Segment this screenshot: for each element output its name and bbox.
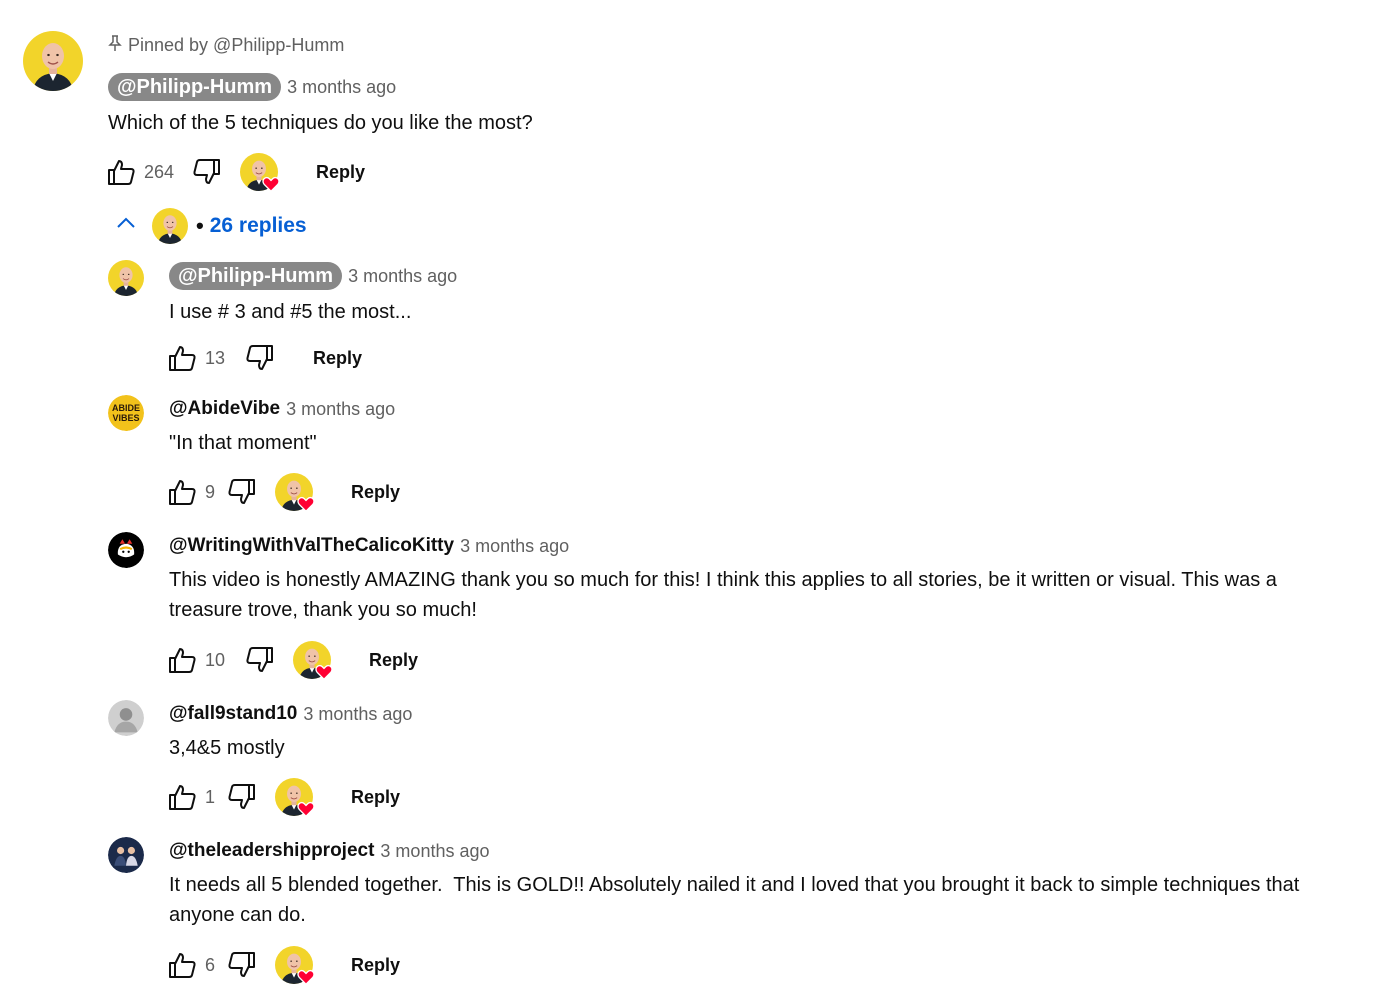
reply-header: @WritingWithValTheCalicoKitty 3 months a…	[169, 534, 569, 558]
reply-actions: 13 Reply	[167, 338, 362, 378]
avatar[interactable]	[108, 532, 144, 568]
reply-button[interactable]: Reply	[351, 482, 400, 503]
reply-actions: 6 Reply	[167, 945, 400, 985]
author-name[interactable]: @fall9stand10	[169, 702, 297, 726]
author-name[interactable]: @Philipp-Humm	[169, 262, 343, 290]
reply-text-line1: This video is honestly AMAZING thank you…	[169, 569, 1277, 591]
like-count: 9	[205, 481, 216, 502]
dot-separator: •	[196, 213, 204, 238]
thumbs-down-icon	[227, 950, 257, 980]
reply-text: "In that moment"	[169, 432, 317, 454]
creator-heart	[275, 778, 313, 816]
like-count: 264	[144, 161, 175, 182]
comment-actions: 264 Reply	[106, 152, 365, 192]
creator-heart	[275, 946, 313, 984]
dislike-button[interactable]	[227, 782, 257, 812]
thumbs-down-icon	[192, 157, 222, 187]
thumbs-down-icon	[245, 645, 275, 675]
avatar[interactable]	[108, 260, 144, 296]
replier-avatar	[152, 208, 188, 244]
avatar[interactable]	[108, 700, 144, 736]
author-name[interactable]: @Philipp-Humm	[108, 73, 282, 101]
heart-icon	[297, 968, 315, 986]
like-count: 13	[205, 347, 226, 368]
author-name[interactable]: @WritingWithValTheCalicoKitty	[169, 534, 454, 558]
author-name[interactable]: @theleadershipproject	[169, 839, 374, 863]
like-count: 6	[205, 954, 216, 975]
replies-count: 26 replies	[209, 214, 307, 237]
timestamp[interactable]: 3 months ago	[460, 534, 569, 558]
reply-button[interactable]: Reply	[351, 955, 400, 976]
author-name[interactable]: @AbideVibe	[169, 397, 280, 421]
reply-header: @fall9stand10 3 months ago	[169, 702, 412, 726]
dislike-button[interactable]	[245, 645, 275, 675]
like-count: 10	[205, 649, 226, 670]
timestamp[interactable]: 3 months ago	[303, 702, 412, 726]
heart-icon	[315, 663, 333, 681]
reply-button[interactable]: Reply	[313, 348, 362, 369]
dislike-button[interactable]	[227, 477, 257, 507]
thumbs-up-icon	[167, 477, 197, 507]
thumbs-up-icon	[167, 782, 197, 812]
reply-actions: 9 Reply	[167, 472, 400, 512]
comment-text: Which of the 5 techniques do you like th…	[108, 112, 533, 134]
creator-heart	[240, 153, 278, 191]
avatar[interactable]	[23, 31, 83, 91]
thumbs-down-icon	[227, 782, 257, 812]
thumbs-up-icon	[167, 950, 197, 980]
replies-toggle[interactable]: • 26 replies	[114, 208, 307, 244]
dislike-button[interactable]	[227, 950, 257, 980]
comment-header: @Philipp-Humm 3 months ago	[108, 73, 396, 101]
thumbs-down-icon	[245, 343, 275, 373]
reply-text-line2: treasure trove, thank you so much!	[169, 599, 477, 621]
like-button[interactable]	[167, 950, 197, 980]
dislike-button[interactable]	[192, 157, 222, 187]
thumbs-up-icon	[167, 645, 197, 675]
timestamp[interactable]: 3 months ago	[348, 264, 457, 288]
reply-header: @theleadershipproject 3 months ago	[169, 839, 490, 863]
like-button[interactable]	[167, 343, 197, 373]
reply-button[interactable]: Reply	[369, 650, 418, 671]
heart-icon	[297, 800, 315, 818]
timestamp[interactable]: 3 months ago	[380, 839, 489, 863]
like-button[interactable]	[167, 477, 197, 507]
timestamp[interactable]: 3 months ago	[287, 75, 396, 99]
thumbs-down-icon	[227, 477, 257, 507]
reply-button[interactable]: Reply	[351, 787, 400, 808]
reply-text: 3,4&5 mostly	[169, 737, 285, 759]
pinned-label: Pinned by @Philipp-Humm	[128, 35, 345, 55]
thumbs-up-icon	[106, 157, 136, 187]
reply-header: @AbideVibe 3 months ago	[169, 397, 395, 421]
pin-icon	[108, 34, 122, 57]
dislike-button[interactable]	[245, 343, 275, 373]
avatar[interactable]	[108, 395, 144, 431]
thumbs-up-icon	[167, 343, 197, 373]
like-count: 1	[205, 786, 216, 807]
reply-actions: 1 Reply	[167, 777, 400, 817]
heart-icon	[297, 495, 315, 513]
timestamp[interactable]: 3 months ago	[286, 397, 395, 421]
reply-actions: 10 Reply	[167, 640, 418, 680]
reply-button[interactable]: Reply	[316, 162, 365, 183]
pinned-indicator: Pinned by @Philipp-Humm	[108, 34, 344, 57]
like-button[interactable]	[167, 782, 197, 812]
heart-icon	[262, 175, 280, 193]
creator-heart	[275, 473, 313, 511]
reply-text: I use # 3 and #5 the most...	[169, 301, 412, 323]
reply-text-line1: It needs all 5 blended together. This is…	[169, 874, 1300, 896]
reply-text-line2: anyone can do.	[169, 904, 306, 926]
avatar[interactable]	[108, 837, 144, 873]
creator-heart	[293, 641, 331, 679]
like-button[interactable]	[167, 645, 197, 675]
reply-header: @Philipp-Humm 3 months ago	[169, 262, 457, 290]
like-button[interactable]	[106, 157, 136, 187]
chevron-up-icon	[114, 211, 138, 241]
